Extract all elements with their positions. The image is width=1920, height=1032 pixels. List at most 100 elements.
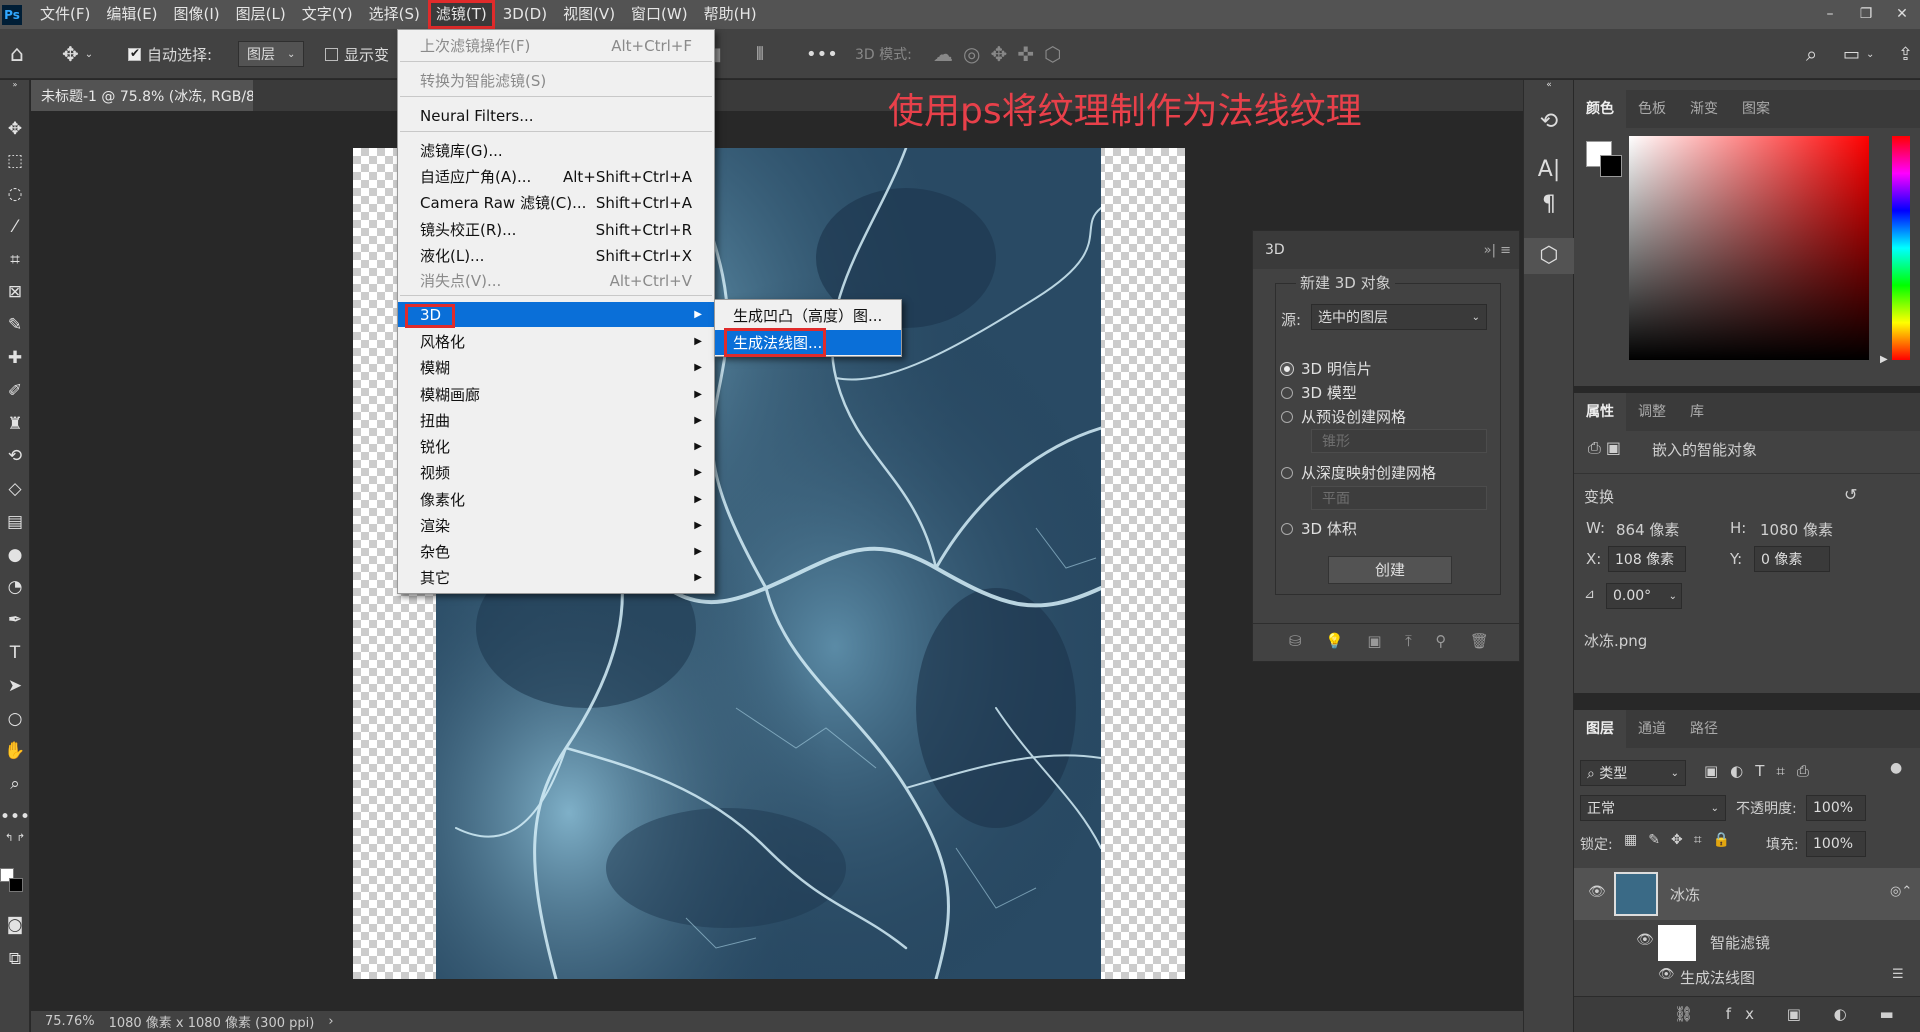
menu-item-adaptive-wide-angle[interactable]: 自适应广角(A)... Alt+Shift+Ctrl+A (398, 164, 714, 189)
layer-row-smart-filters[interactable]: 👁 智能滤镜 (1574, 920, 1920, 964)
background-swatch[interactable] (1600, 155, 1622, 177)
h-value[interactable]: 1080 像素 (1760, 519, 1833, 540)
opacity-input[interactable]: 100% (1806, 795, 1866, 821)
move-tool-icon[interactable]: ✥ ⌄ (62, 29, 93, 79)
search-icon[interactable]: ⌕ (1806, 29, 1817, 79)
x-input[interactable]: 108 像素 (1608, 546, 1686, 572)
menu-item-filter-gallery[interactable]: 滤镜库(G)... (398, 138, 714, 163)
radio-mesh-from-preset[interactable]: 从预设创建网格 (1281, 406, 1406, 427)
menu-item-render[interactable]: 渲染 ▶ (398, 513, 714, 538)
trash-icon[interactable]: 🗑 (1470, 632, 1489, 650)
angle-input[interactable]: 0.00° ⌄ (1606, 583, 1682, 609)
menu-item-lens-correction[interactable]: 镜头校正(R)... Shift+Ctrl+R (398, 217, 714, 242)
hue-slider[interactable] (1892, 136, 1910, 360)
menu-item-vanishing-point[interactable]: 消失点(V)... Alt+Ctrl+V (398, 268, 714, 293)
menu-item-blur-gallery[interactable]: 模糊画廊 ▶ (398, 382, 714, 407)
menu-item-pixelate[interactable]: 像素化 ▶ (398, 487, 714, 512)
filter-options-icon[interactable]: ☰ (1892, 967, 1904, 982)
quick-select-tool-icon[interactable]: ⁄ (0, 214, 30, 240)
gradient-tool-icon[interactable]: ▤ (0, 509, 30, 535)
menu-select[interactable]: 选择(S) (361, 0, 428, 29)
fill-input[interactable]: 100% (1806, 831, 1866, 857)
shape-tool-icon[interactable]: ○ (0, 706, 30, 732)
lasso-tool-icon[interactable]: ◌ (0, 181, 30, 207)
menu-item-last-filter[interactable]: 上次滤镜操作(F) Alt+Ctrl+F (398, 33, 714, 58)
y-input[interactable]: 0 像素 (1754, 546, 1830, 572)
reset-transform-icon[interactable]: ↺ (1844, 485, 1857, 504)
menu-item-video[interactable]: 视频 ▶ (398, 460, 714, 485)
layer-row-ice[interactable]: 👁 冰冻 ◎⌃ (1574, 868, 1920, 920)
visibility-eye-icon[interactable]: 👁 (1636, 932, 1654, 948)
create-button[interactable]: 创建 (1328, 556, 1452, 584)
tab-patterns[interactable]: 图案 (1730, 90, 1782, 128)
menu-item-liquify[interactable]: 液化(L)... Shift+Ctrl+X (398, 243, 714, 268)
material-icon[interactable]: ▣ (1367, 632, 1381, 650)
history-panel-icon[interactable]: ⟲ (1524, 104, 1574, 140)
lock-icons[interactable]: ▦✎✥⌗🔒 (1624, 832, 1741, 848)
tab-libraries[interactable]: 库 (1678, 393, 1716, 431)
source-dropdown[interactable]: 选中的图层 ⌄ (1311, 304, 1487, 330)
restore-button[interactable]: ❐ (1848, 0, 1884, 29)
filter-toggle-icon[interactable]: ● (1890, 760, 1902, 776)
quick-mask-icon[interactable]: ◙ (0, 912, 30, 938)
menu-image[interactable]: 图像(I) (166, 0, 228, 29)
status-chevron-icon[interactable]: › (328, 1014, 333, 1029)
menu-item-blur[interactable]: 模糊 ▶ (398, 355, 714, 380)
blend-mode-dropdown[interactable]: 正常 ⌄ (1580, 795, 1726, 821)
distribute-icon[interactable]: ⦀ (756, 29, 764, 79)
tab-gradients[interactable]: 渐变 (1678, 90, 1730, 128)
radio-3d-volume[interactable]: 3D 体积 (1281, 518, 1357, 539)
3d-mode-icons[interactable]: ☁◎✥✜⬡ (933, 29, 1071, 79)
menu-item-convert-smart-filters[interactable]: 转换为智能滤镜(S) (398, 68, 714, 93)
workspace-icon[interactable]: ▭ ⌄ (1843, 29, 1874, 79)
menu-type[interactable]: 文字(Y) (294, 0, 361, 29)
history-brush-icon[interactable]: ⟲ (0, 443, 30, 469)
layer-filter-dropdown[interactable]: ⌕ 类型 ⌄ (1580, 760, 1686, 786)
tab-properties[interactable]: 属性 (1574, 393, 1626, 431)
pen-tool-icon[interactable]: ✒ (0, 607, 30, 633)
radio-3d-model[interactable]: 3D 模型 (1281, 382, 1357, 403)
path-select-icon[interactable]: ➤ (0, 673, 30, 699)
light-icon[interactable]: 💡 (1325, 632, 1344, 650)
close-button[interactable]: ✕ (1884, 0, 1920, 29)
menu-item-neural-filters[interactable]: Neural Filters... (398, 103, 714, 128)
layers-footer-icons[interactable]: ⛓ fx ▣ ◐ ▬ ⊞ 🗑 (1674, 1005, 1920, 1023)
dodge-tool-icon[interactable]: ◔ (0, 574, 30, 600)
menu-edit[interactable]: 编辑(E) (98, 0, 165, 29)
photoshop-logo[interactable]: Ps (2, 4, 22, 25)
toolbar-collapse-icon[interactable]: » (0, 80, 30, 90)
hand-tool-icon[interactable]: ✋ (0, 738, 30, 764)
document-tab[interactable]: 未标题-1 @ 75.8% (冰冻, RGB/8) * ✕ (31, 80, 294, 111)
3d-panel-icon[interactable]: ⬡ (1524, 238, 1574, 274)
menu-item-distort[interactable]: 扭曲 ▶ (398, 408, 714, 433)
radio-mesh-from-depth-map[interactable]: 从深度映射创建网格 (1281, 462, 1436, 483)
crop-tool-icon[interactable]: ⌗ (0, 247, 30, 273)
zoom-tool-icon[interactable]: ⌕ (0, 771, 30, 797)
visibility-eye-icon[interactable]: 👁 (1588, 884, 1606, 900)
menu-item-stylize[interactable]: 风格化 ▶ (398, 329, 714, 354)
tab-adjustments[interactable]: 调整 (1626, 393, 1678, 431)
layer-row-normal-map-filter[interactable]: 👁 生成法线图 ☰ (1574, 964, 1920, 990)
minimize-button[interactable]: – (1812, 0, 1848, 29)
blur-tool-icon[interactable]: ● (0, 542, 30, 568)
healing-brush-icon[interactable]: ✚ (0, 345, 30, 371)
paragraph-panel-icon[interactable]: ¶ (1524, 187, 1574, 223)
filter-name[interactable]: 生成法线图 (1680, 967, 1755, 988)
w-value[interactable]: 864 像素 (1616, 519, 1679, 540)
share-icon[interactable]: ⇪ (1898, 29, 1913, 79)
layer-filter-icons[interactable]: ▣◐T⌗⎙ (1704, 762, 1821, 780)
stamp-tool-icon[interactable]: ♜ (0, 411, 30, 437)
menu-item-camera-raw[interactable]: Camera Raw 滤镜(C)... Shift+Ctrl+A (398, 190, 714, 215)
eyedropper-tool-icon[interactable]: ✎ (0, 312, 30, 338)
3d-panel-title[interactable]: 3D (1265, 242, 1285, 258)
screen-mode-icon[interactable]: ⧉ (0, 946, 30, 972)
menu-item-noise[interactable]: 杂色 ▶ (398, 539, 714, 564)
menu-help[interactable]: 帮助(H) (696, 0, 765, 29)
menu-filter[interactable]: 滤镜(T) (427, 0, 495, 29)
collapse-icon[interactable]: « (1524, 80, 1574, 90)
visibility-eye-icon[interactable]: 👁 (1658, 967, 1675, 982)
tab-channels[interactable]: 通道 (1626, 710, 1678, 748)
menu-window[interactable]: 窗口(W) (623, 0, 696, 29)
depth-mesh-dropdown[interactable]: 平面 (1311, 486, 1487, 510)
frame-tool-icon[interactable]: ⊠ (0, 279, 30, 305)
